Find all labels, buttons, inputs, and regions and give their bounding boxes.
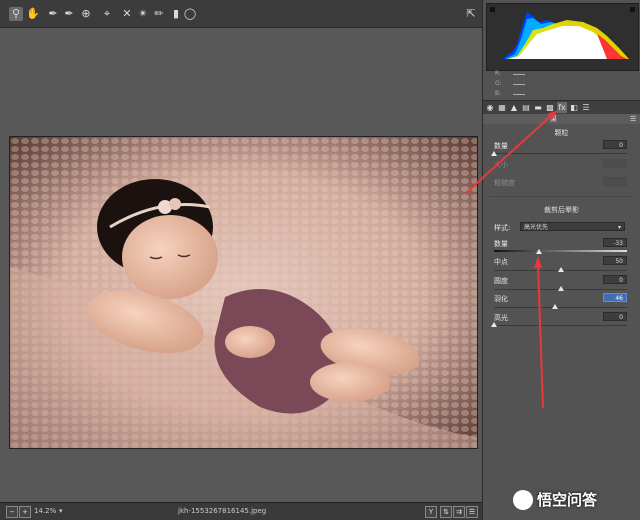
vignette-midpoint-thumb[interactable]: [557, 267, 564, 272]
section-divider: [489, 196, 634, 197]
spot-removal-icon[interactable]: ✴: [136, 7, 150, 21]
vignette-roundness-label: 圆度: [494, 277, 508, 285]
image-canvas: [0, 28, 482, 502]
tab-presets-icon[interactable]: ☰: [581, 102, 591, 113]
vignette-amount-thumb[interactable]: [536, 249, 543, 254]
photo-image: [10, 137, 477, 448]
adjustment-panel: R: G: B: ◉ ▦ ▲ ▤ ▬ ▩ fx ◧ ☰ 果 ☰ 颗粒 数量 0 …: [483, 0, 640, 520]
tab-hsl-icon[interactable]: ▤: [521, 102, 531, 113]
vignette-feather-value[interactable]: 46: [603, 293, 627, 302]
tab-split-tone-icon[interactable]: ▬: [533, 102, 543, 113]
vignette-roundness-thumb[interactable]: [557, 286, 564, 291]
vignette-amount-slider[interactable]: [494, 250, 627, 252]
tab-detail-icon[interactable]: ▲: [509, 102, 519, 113]
zoom-in-button[interactable]: +: [19, 506, 31, 518]
vignette-roundness-value[interactable]: 0: [603, 275, 627, 284]
b-value: [513, 94, 525, 95]
baby-photo: [9, 136, 478, 449]
vignette-highlights-thumb[interactable]: [491, 322, 497, 327]
swap-before-after-icon[interactable]: ⇅: [440, 506, 452, 518]
watermark-text: 悟空问答: [537, 491, 598, 509]
open-object-icon[interactable]: ⇱: [464, 7, 478, 21]
grain-roughness-label: 粗糙度: [494, 179, 515, 187]
before-after-toggle[interactable]: Y: [425, 506, 437, 518]
vignette-highlights-slider[interactable]: [494, 325, 627, 326]
vignette-highlights-value[interactable]: 0: [603, 312, 627, 321]
grain-amount-slider[interactable]: [494, 153, 627, 154]
vignette-feather-thumb[interactable]: [552, 304, 559, 309]
grain-size-label: 大小: [494, 161, 508, 169]
watermark-logo-icon: [513, 489, 533, 510]
file-name: jkh-1553267816145.jpeg: [178, 507, 267, 515]
histogram: [486, 3, 639, 71]
grain-amount-value[interactable]: 0: [603, 140, 627, 149]
graduated-filter-icon[interactable]: ▮: [169, 7, 183, 21]
grain-amount-thumb[interactable]: [491, 151, 497, 156]
target-adjust-icon[interactable]: ⊕: [79, 7, 93, 21]
crop-icon[interactable]: ⌖: [100, 7, 114, 21]
effects-title: 果: [550, 115, 557, 123]
effects-header: 果 ☰: [483, 114, 640, 124]
vignette-style-value: 高光优先: [524, 224, 549, 231]
vignette-midpoint-value[interactable]: 50: [603, 256, 627, 265]
tool-bar: ⚲ ✋ ✒ ✒ ⊕ ⌖ ✕ ✴ ✏ ▮ ◯ ⇱: [0, 0, 482, 28]
preview-settings-icon[interactable]: ☰: [466, 506, 478, 518]
zoom-icon[interactable]: ⚲: [9, 7, 23, 21]
r-value: [513, 74, 525, 75]
vignette-amount-value[interactable]: -33: [603, 238, 627, 247]
histogram-graph: [490, 7, 635, 59]
grain-title: 颗粒: [554, 129, 569, 137]
zoom-out-button[interactable]: −: [6, 506, 18, 518]
r-label: R:: [495, 70, 502, 77]
copy-settings-icon[interactable]: ⇉: [453, 506, 465, 518]
preview-area: ⚲ ✋ ✒ ✒ ⊕ ⌖ ✕ ✴ ✏ ▮ ◯ ⇱ − + 14.2% ▾ jkh-…: [0, 0, 482, 520]
zoom-level[interactable]: 14.2%: [34, 507, 56, 515]
g-label: G:: [495, 80, 502, 87]
chevron-down-icon: ▾: [617, 224, 621, 231]
tab-basic-icon[interactable]: ◉: [485, 102, 495, 113]
vignette-title: 裁剪后晕影: [544, 206, 579, 214]
vignette-feather-slider[interactable]: [494, 307, 627, 308]
brush-icon[interactable]: ✏: [152, 7, 166, 21]
grain-amount-label: 数量: [494, 142, 508, 150]
grain-roughness-value: [603, 177, 627, 186]
vignette-feather-label: 羽化: [494, 295, 508, 303]
panel-tabs: ◉ ▦ ▲ ▤ ▬ ▩ fx ◧ ☰: [483, 100, 640, 115]
status-bar: − + 14.2% ▾ jkh-1553267816145.jpeg Y ⇅ ⇉…: [0, 502, 482, 520]
straighten-icon[interactable]: ✕: [120, 7, 134, 21]
tab-curve-icon[interactable]: ▦: [497, 102, 507, 113]
b-label: B:: [495, 90, 502, 97]
vignette-midpoint-label: 中点: [494, 258, 508, 266]
tab-effects-icon[interactable]: fx: [557, 102, 567, 113]
g-value: [513, 84, 525, 85]
color-sampler-icon[interactable]: ✒: [62, 7, 76, 21]
vignette-amount-label: 数量: [494, 240, 508, 248]
eyedropper-icon[interactable]: ✒: [46, 7, 60, 21]
hand-icon[interactable]: ✋: [26, 7, 40, 21]
watermark: 悟空问答: [513, 489, 597, 511]
tab-lens-icon[interactable]: ▩: [545, 102, 555, 113]
panel-menu-icon[interactable]: ☰: [630, 114, 636, 124]
radial-filter-icon[interactable]: ◯: [183, 7, 197, 21]
grain-size-value: [603, 159, 627, 168]
tab-calibration-icon[interactable]: ◧: [569, 102, 579, 113]
vignette-style-select[interactable]: 高光优先 ▾: [520, 222, 625, 231]
zoom-dropdown-icon[interactable]: ▾: [59, 507, 63, 515]
vignette-style-label: 样式:: [494, 224, 511, 232]
